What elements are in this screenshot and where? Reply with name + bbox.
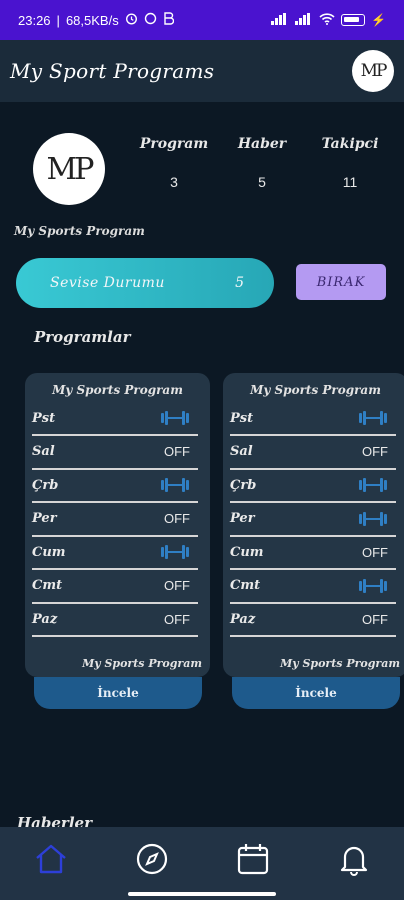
day-name: Cum bbox=[230, 544, 264, 560]
inspect-button[interactable]: İncele bbox=[232, 677, 400, 709]
day-name: Sal bbox=[32, 444, 55, 459]
status-time: 23:26 bbox=[18, 12, 51, 28]
header-avatar[interactable]: MP bbox=[352, 50, 394, 92]
inspect-button[interactable]: İncele bbox=[34, 677, 202, 709]
quit-button[interactable]: BIRAK bbox=[296, 264, 386, 300]
compass-icon bbox=[136, 843, 167, 875]
program-card-footer: My Sports Program bbox=[280, 657, 400, 670]
stat-program[interactable]: Program 3 bbox=[130, 136, 218, 190]
day-name: Pst bbox=[230, 410, 254, 426]
day-name: Paz bbox=[32, 611, 58, 627]
day-name: Paz bbox=[230, 611, 256, 627]
program-card-body: My Sports Program Pst Sal OFF Çrb Per Cum OFF C… bbox=[223, 373, 404, 677]
bottom-navigation bbox=[0, 827, 404, 900]
day-row: Sal OFF bbox=[32, 436, 198, 470]
signal-2-icon bbox=[295, 12, 313, 28]
day-row: Cum OFF bbox=[230, 536, 396, 570]
program-card[interactable]: My Sports Program Pst Sal OFF Çrb Per OFF Cum C… bbox=[25, 373, 210, 709]
day-status: OFF bbox=[362, 544, 388, 560]
bell-icon bbox=[340, 846, 367, 876]
day-row: Cmt bbox=[230, 570, 396, 604]
network-speed: 68,5KB/s bbox=[65, 12, 119, 28]
day-row: Cmt OFF bbox=[32, 570, 198, 604]
day-row: Çrb bbox=[32, 469, 198, 503]
level-value: 5 bbox=[235, 275, 244, 291]
dumbbell-icon bbox=[160, 411, 190, 425]
program-card[interactable]: My Sports Program Pst Sal OFF Çrb Per Cum OFF C… bbox=[223, 373, 404, 709]
day-name: Cum bbox=[32, 544, 66, 560]
notification-b-icon bbox=[163, 12, 174, 28]
day-name: Cmt bbox=[32, 578, 63, 593]
stat-label: Program bbox=[139, 136, 209, 152]
day-status: OFF bbox=[164, 611, 190, 627]
day-name: Per bbox=[32, 511, 57, 526]
charging-icon: ⚡ bbox=[371, 13, 386, 27]
app-bar: My Sport Programs MP bbox=[0, 40, 404, 102]
day-name: Sal bbox=[230, 444, 253, 459]
nav-calendar[interactable] bbox=[228, 839, 278, 879]
alarm-icon bbox=[125, 12, 138, 28]
battery-icon bbox=[341, 14, 366, 26]
day-status: OFF bbox=[164, 578, 190, 593]
signal-icon bbox=[271, 12, 289, 28]
profile-stats: Program 3 Haber 5 Takipci 11 bbox=[130, 136, 400, 190]
dumbbell-icon bbox=[160, 545, 190, 559]
day-status: OFF bbox=[164, 511, 190, 526]
day-row: Paz OFF bbox=[230, 603, 396, 637]
program-card-title: My Sports Program bbox=[250, 383, 381, 397]
stat-value: 3 bbox=[170, 174, 178, 190]
program-card-title: My Sports Program bbox=[52, 383, 183, 397]
home-icon bbox=[35, 844, 66, 874]
whatsapp-icon bbox=[144, 12, 157, 28]
calendar-icon bbox=[237, 844, 268, 875]
profile-name: My Sports Program bbox=[14, 224, 145, 238]
day-row: Pst bbox=[230, 402, 396, 436]
day-name: Çrb bbox=[32, 477, 59, 493]
home-indicator[interactable] bbox=[128, 892, 276, 896]
day-row: Per OFF bbox=[32, 503, 198, 537]
day-status: OFF bbox=[164, 444, 190, 459]
stat-takipci[interactable]: Takipci 11 bbox=[306, 136, 394, 190]
day-row: Per bbox=[230, 503, 396, 537]
stat-value: 11 bbox=[342, 174, 358, 190]
nav-notifications[interactable] bbox=[329, 839, 379, 879]
program-card-footer: My Sports Program bbox=[82, 657, 202, 670]
dumbbell-icon bbox=[358, 511, 388, 526]
day-status: OFF bbox=[362, 611, 388, 627]
stat-value: 5 bbox=[258, 174, 266, 190]
nav-explore[interactable] bbox=[127, 839, 177, 879]
day-name: Cmt bbox=[230, 578, 261, 593]
day-row: Sal OFF bbox=[230, 436, 396, 470]
level-label: Sevise Durumu bbox=[50, 275, 165, 291]
level-status-bar[interactable]: Sevise Durumu 5 bbox=[16, 258, 274, 308]
dumbbell-icon bbox=[358, 478, 388, 492]
stat-haber[interactable]: Haber 5 bbox=[218, 136, 306, 190]
nav-home[interactable] bbox=[26, 839, 76, 879]
dumbbell-icon bbox=[358, 411, 388, 425]
wifi-icon bbox=[319, 12, 335, 28]
day-row: Paz OFF bbox=[32, 603, 198, 637]
day-row: Çrb bbox=[230, 469, 396, 503]
stat-label: Haber bbox=[237, 136, 287, 152]
dumbbell-icon bbox=[358, 578, 388, 593]
day-row: Pst bbox=[32, 402, 198, 436]
dumbbell-icon bbox=[160, 478, 190, 492]
day-name: Per bbox=[230, 511, 255, 526]
app-title: My Sport Programs bbox=[10, 59, 215, 83]
day-status: OFF bbox=[362, 444, 388, 459]
day-name: Çrb bbox=[230, 477, 257, 493]
profile-avatar[interactable]: MP bbox=[33, 133, 105, 205]
day-name: Pst bbox=[32, 410, 56, 426]
stat-label: Takipci bbox=[321, 136, 379, 152]
programs-section-title: Programlar bbox=[34, 328, 131, 346]
day-row: Cum bbox=[32, 536, 198, 570]
program-card-body: My Sports Program Pst Sal OFF Çrb Per OFF Cum C… bbox=[25, 373, 210, 677]
status-bar: 23:26 | 68,5KB/s ⚡ bbox=[0, 0, 404, 40]
